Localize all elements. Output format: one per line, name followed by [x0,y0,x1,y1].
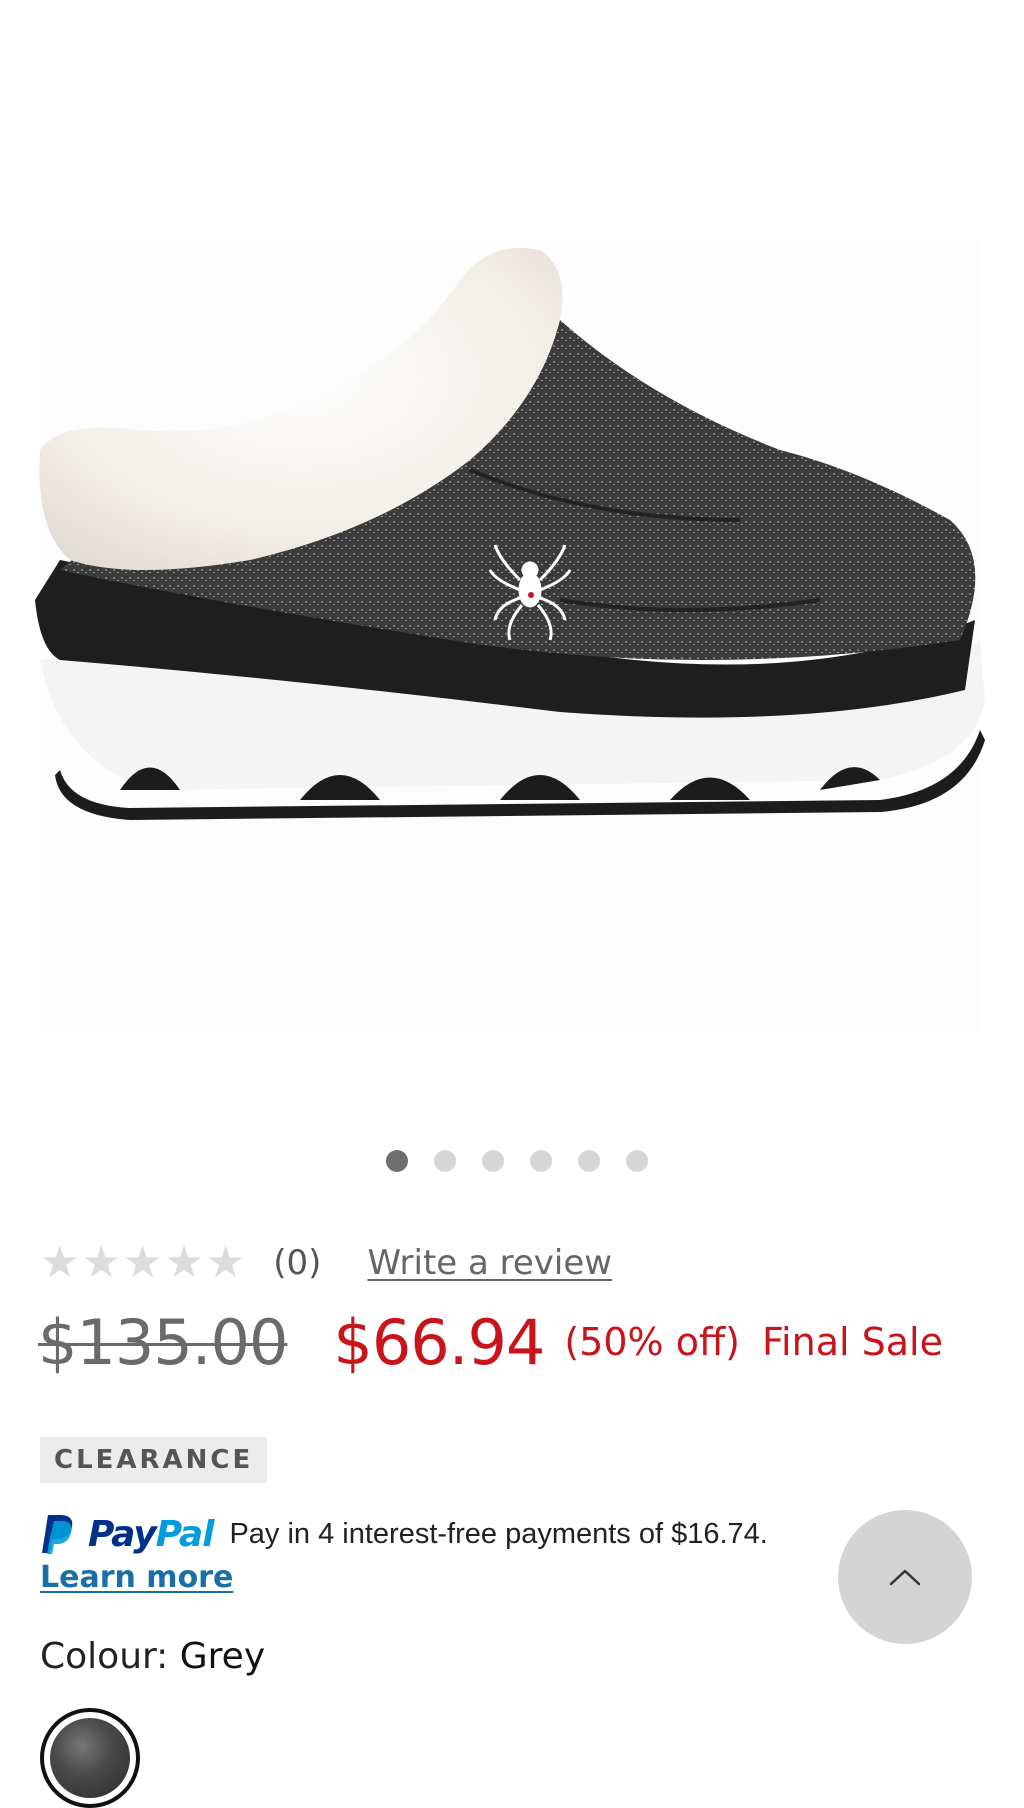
paypal-logo-icon [42,1515,73,1554]
write-review-link[interactable]: Write a review [367,1243,612,1283]
price-row: $135.00 $66.94 (50% off) Final Sale [38,1302,943,1382]
chevron-up-icon [889,1569,921,1586]
shoe-illustration [35,240,985,1030]
product-image[interactable] [0,0,1024,1100]
gallery-dot-4[interactable] [530,1150,552,1172]
star-icon: ★ [81,1237,121,1288]
gallery-dot-2[interactable] [434,1150,456,1172]
star-icon: ★ [164,1237,204,1288]
swatch-image [50,1718,130,1798]
learn-more-link[interactable]: Learn more [40,1560,233,1595]
star-rating[interactable]: ★ ★ ★ ★ ★ [40,1241,245,1285]
colour-selection-label: Colour: Grey [40,1636,265,1677]
paypal-logo: PayPal [40,1513,214,1555]
paypal-wordmark: PayPal [88,1513,214,1555]
clearance-badge: CLEARANCE [40,1437,268,1483]
scroll-to-top-button[interactable] [838,1510,972,1644]
final-sale-label: Final Sale [761,1320,943,1364]
colour-label: Colour: [40,1636,169,1677]
discount-label: (50% off) [564,1320,740,1364]
paypal-installment-text: Pay in 4 interest-free payments of $16.7… [229,1517,768,1550]
colour-swatch-grey[interactable] [40,1708,140,1808]
star-icon: ★ [205,1237,246,1288]
sale-price: $66.94 [333,1305,545,1379]
colour-value: Grey [179,1636,266,1677]
original-price: $135.00 [38,1305,288,1379]
gallery-dot-5[interactable] [578,1150,600,1172]
rating-row: ★ ★ ★ ★ ★ (0) Write a review [40,1238,612,1288]
review-count[interactable]: (0) [273,1243,321,1283]
gallery-pagination [0,1150,1024,1174]
gallery-dot-1[interactable] [386,1150,408,1172]
star-icon: ★ [40,1237,80,1288]
paypal-message: PayPal Pay in 4 interest-free payments o… [40,1508,768,1560]
gallery-dot-3[interactable] [482,1150,504,1172]
gallery-dot-6[interactable] [626,1150,648,1172]
star-icon: ★ [122,1237,163,1288]
